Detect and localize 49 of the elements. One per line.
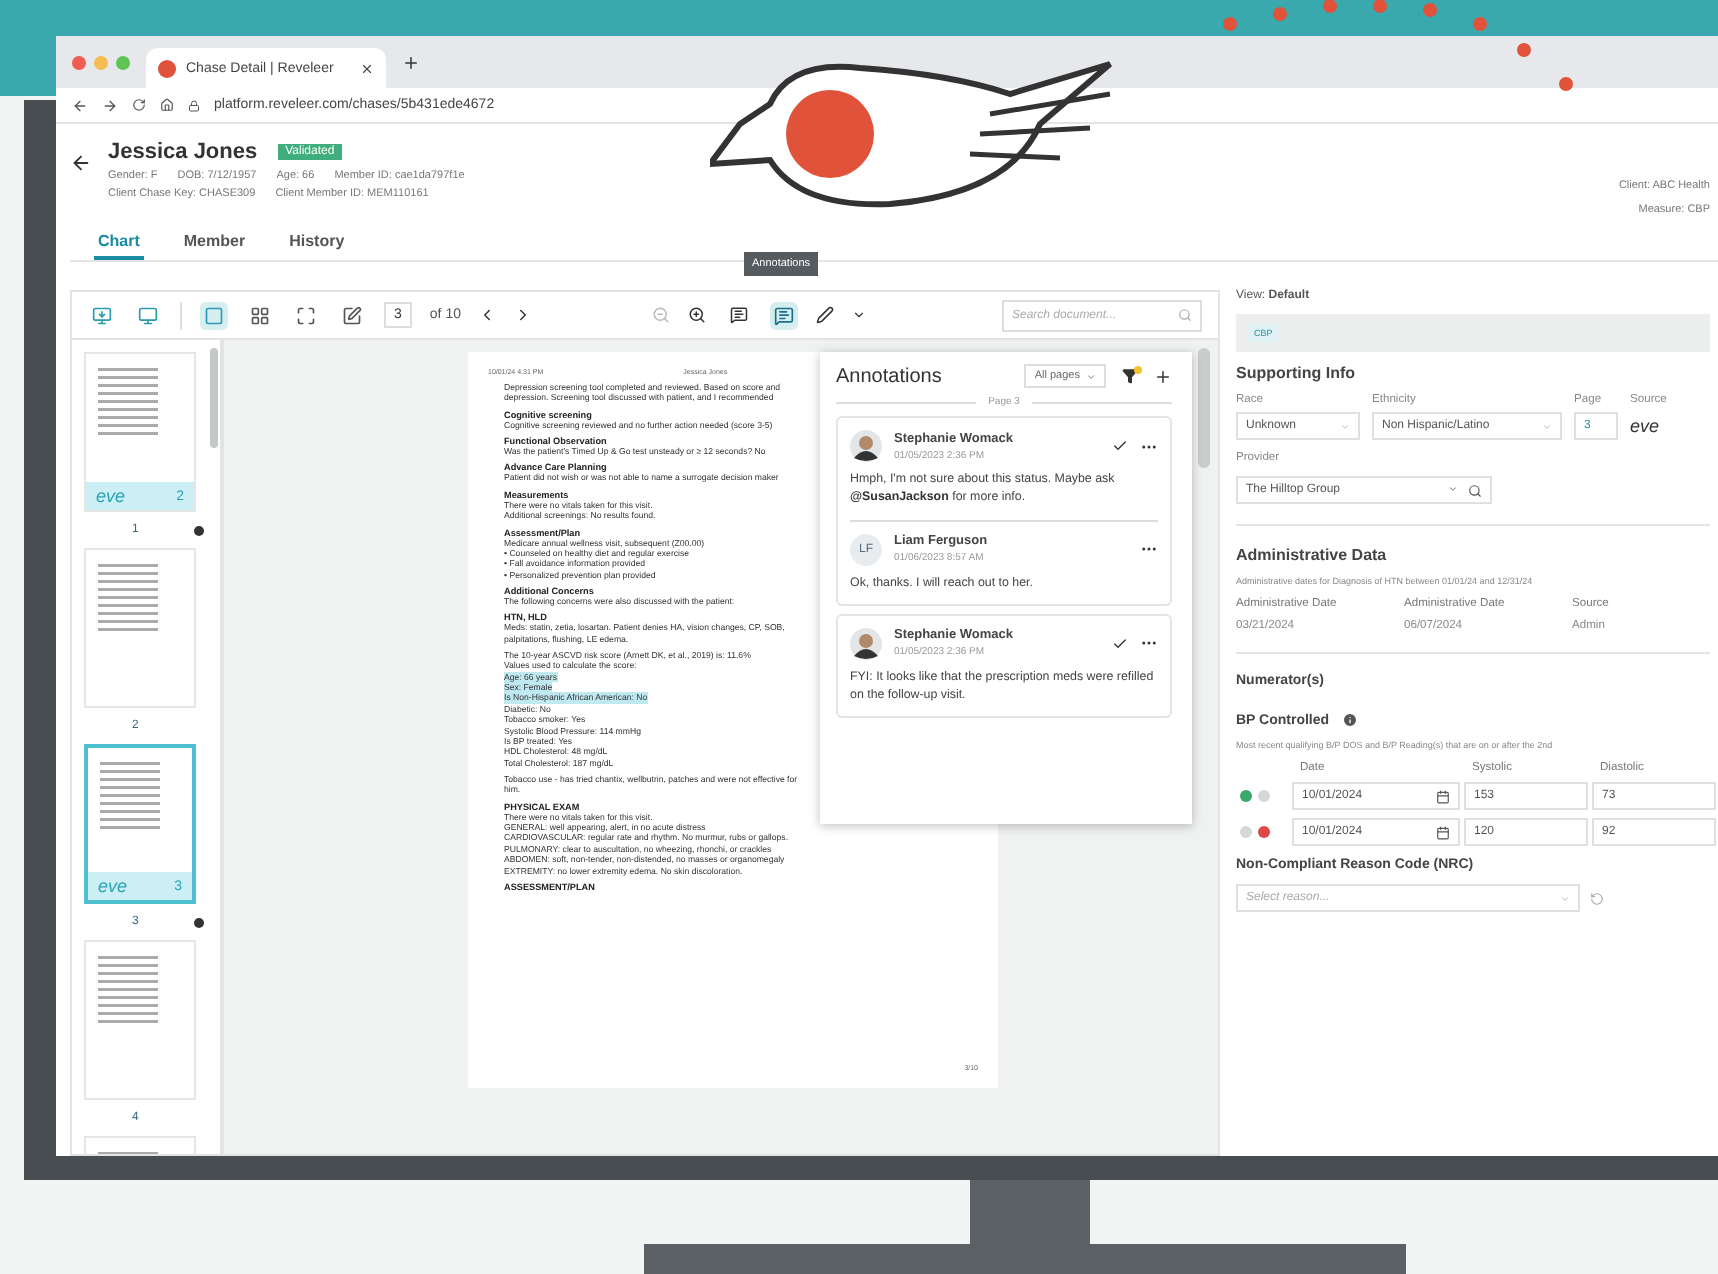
monitor-stand (970, 1180, 1090, 1244)
avatar-icon (850, 430, 882, 462)
source-logo: eve (1630, 416, 1662, 436)
noncompliant-toggle[interactable] (1258, 826, 1270, 838)
layout-button[interactable] (338, 301, 366, 329)
compliant-toggle[interactable] (1240, 790, 1252, 802)
tab[interactable]: Member (179, 228, 250, 260)
caret-icon[interactable] (852, 308, 866, 322)
layout-button[interactable] (200, 301, 228, 329)
compliant-toggle[interactable] (1240, 826, 1252, 838)
source-logo: eve (96, 486, 126, 506)
back-icon[interactable] (72, 97, 88, 113)
tab[interactable]: History (285, 228, 349, 260)
home-icon[interactable] (160, 98, 174, 112)
back-icon[interactable] (70, 152, 92, 174)
lock-icon (188, 99, 200, 111)
patient-name: Jessica Jones (108, 140, 258, 164)
zoom-in-icon[interactable] (688, 306, 706, 324)
filter-icon[interactable] (1122, 368, 1138, 384)
page-thumbnail[interactable] (84, 548, 196, 708)
noncompliant-toggle[interactable] (1258, 790, 1270, 802)
page-thumbnail[interactable] (84, 940, 196, 1100)
favicon-icon (158, 59, 176, 77)
annotations-button[interactable] (770, 301, 798, 329)
calendar-icon (1436, 825, 1450, 839)
reload-icon[interactable] (132, 98, 146, 112)
source-logo: eve (98, 876, 128, 896)
forward-icon[interactable] (102, 97, 118, 113)
scrollbar-thumb[interactable] (1198, 348, 1210, 468)
search-icon (1178, 308, 1192, 322)
caret-icon (1542, 421, 1552, 431)
pen-icon[interactable] (816, 306, 834, 324)
check-icon[interactable] (1112, 438, 1128, 454)
info-icon[interactable] (1341, 712, 1358, 728)
avatar-icon (850, 627, 882, 660)
caret-icon (1448, 483, 1458, 493)
caret-icon (1086, 371, 1096, 381)
new-tab-icon[interactable] (402, 53, 420, 71)
calendar-icon (1436, 789, 1450, 803)
panel-title: Annotations (836, 365, 944, 387)
section-title: Administrative Data (1236, 546, 1389, 564)
add-icon[interactable] (1154, 367, 1172, 385)
section-title: Supporting Info (1236, 364, 1358, 382)
tab[interactable]: Chart (94, 228, 144, 260)
check-icon[interactable] (1112, 635, 1128, 652)
caret-icon (1560, 893, 1570, 903)
caret-icon (1340, 421, 1350, 431)
close-icon[interactable] (360, 61, 374, 75)
search-icon (1468, 483, 1482, 497)
